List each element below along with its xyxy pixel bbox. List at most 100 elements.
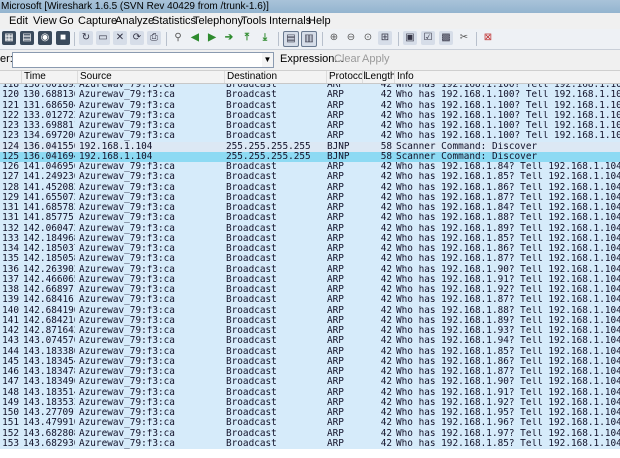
menu-internals[interactable]: Internals bbox=[269, 13, 311, 29]
packet-row[interactable]: 121 131.686504 Azurewav_79:f3:ca Broadcast A… bbox=[0, 100, 620, 111]
resize-columns-icon[interactable]: ⊞ bbox=[378, 31, 392, 45]
go-first-icon[interactable]: ⤒ bbox=[240, 31, 254, 45]
display-filters-icon[interactable]: ☑ bbox=[421, 31, 435, 45]
packet-row[interactable]: 138 142.668971 Azurewav_79:f3:ca Broadcast A… bbox=[0, 285, 620, 296]
menu-capture[interactable]: Capture bbox=[78, 13, 117, 29]
menu-statistics[interactable]: Statistics bbox=[152, 13, 196, 29]
packet-row[interactable]: 153 143.682930 Azurewav_79:f3:ca Broadcast A… bbox=[0, 438, 620, 449]
packet-row[interactable]: 126 141.046956 Azurewav_79:f3:ca Broadcast A… bbox=[0, 162, 620, 173]
packet-row[interactable]: 146 143.183478 Azurewav_79:f3:ca Broadcast A… bbox=[0, 367, 620, 378]
menu-go[interactable]: Go bbox=[59, 13, 74, 29]
packet-row[interactable]: 150 143.277091 Azurewav_79:f3:ca Broadcast A… bbox=[0, 408, 620, 419]
zoom-normal-icon[interactable]: ⊙ bbox=[361, 31, 375, 45]
packet-destination: Broadcast bbox=[226, 192, 277, 203]
clear-button[interactable]: Clear bbox=[334, 53, 360, 65]
print-icon[interactable]: ⎙ bbox=[147, 31, 161, 45]
packet-destination: Broadcast bbox=[226, 203, 277, 213]
packet-row[interactable]: 133 142.184968 Azurewav_79:f3:ca Broadcast A… bbox=[0, 233, 620, 244]
menu-analyze[interactable]: Analyze bbox=[115, 13, 154, 29]
packet-row[interactable]: 139 142.684161 Azurewav_79:f3:ca Broadcast A… bbox=[0, 295, 620, 306]
apply-button[interactable]: Apply bbox=[362, 53, 390, 65]
packet-row[interactable]: 147 143.183496 Azurewav_79:f3:ca Broadcast A… bbox=[0, 377, 620, 388]
colorize-icon[interactable]: ▤ bbox=[283, 31, 299, 47]
packet-row[interactable]: 132 142.060472 Azurewav_79:f3:ca Broadcast A… bbox=[0, 223, 620, 234]
reload-icon[interactable]: ⟳ bbox=[130, 31, 144, 45]
go-back-icon[interactable]: ◀ bbox=[188, 31, 202, 45]
packet-row[interactable]: 149 143.183533 Azurewav_79:f3:ca Broadcast A… bbox=[0, 397, 620, 408]
zoom-in-icon[interactable]: ⊕ bbox=[327, 31, 341, 45]
open-file-icon[interactable]: ▭ bbox=[96, 31, 110, 45]
go-last-icon[interactable]: ⤓ bbox=[258, 31, 272, 45]
restart-capture-icon[interactable]: ↻ bbox=[79, 31, 93, 45]
zoom-out-icon[interactable]: ⊖ bbox=[344, 31, 358, 45]
packet-row[interactable]: 131 141.685782 Azurewav_79:f3:ca Broadcast A… bbox=[0, 203, 620, 214]
column-header-length[interactable]: Length bbox=[362, 71, 396, 83]
packet-row[interactable]: 151 143.479910 Azurewav_79:f3:ca Broadcast A… bbox=[0, 418, 620, 429]
go-forward-icon[interactable]: ▶ bbox=[205, 31, 219, 45]
packet-info: Who has 192.168.1.87? Tell 192.168.1.104 bbox=[396, 192, 620, 203]
start-capture-icon[interactable]: ◉ bbox=[38, 31, 52, 45]
packet-length: 42 bbox=[380, 162, 392, 172]
packet-row[interactable]: 124 136.041556 192.168.1.104 255.255.255.25… bbox=[0, 141, 620, 152]
menu-edit[interactable]: Edit bbox=[9, 13, 28, 29]
autoscroll-icon[interactable]: ▥ bbox=[301, 31, 317, 47]
help-icon[interactable]: ⊠ bbox=[481, 31, 495, 45]
packet-row[interactable]: 123 133.698811 Azurewav_79:f3:ca Broadcast A… bbox=[0, 121, 620, 132]
column-header-time[interactable]: Time bbox=[21, 71, 76, 83]
menu-tools[interactable]: Tools bbox=[241, 13, 267, 29]
close-file-icon[interactable]: ✕ bbox=[113, 31, 127, 45]
column-header-protocol[interactable]: Protocol bbox=[326, 71, 366, 83]
packet-row[interactable]: 120 130.688136 Azurewav_79:f3:ca Broadcast A… bbox=[0, 90, 620, 101]
preferences-icon[interactable]: ✂ bbox=[457, 31, 471, 45]
packet-row[interactable]: 135 142.185058 Azurewav_79:f3:ca Broadcast A… bbox=[0, 254, 620, 265]
menu-telephony[interactable]: Telephony bbox=[193, 13, 243, 29]
packet-row[interactable]: 134 142.185037 Azurewav_79:f3:ca Broadcast A… bbox=[0, 244, 620, 255]
packet-row[interactable]: 140 142.684190 Azurewav_79:f3:ca Broadcast A… bbox=[0, 305, 620, 316]
display-filter-input[interactable] bbox=[12, 52, 264, 68]
packet-row[interactable]: 144 143.183380 Azurewav_79:f3:ca Broadcast A… bbox=[0, 346, 620, 357]
packet-row[interactable]: 122 133.012723 Azurewav_79:f3:ca Broadcast A… bbox=[0, 110, 620, 121]
packet-source: Azurewav_79:f3:ca bbox=[79, 182, 175, 193]
column-header-destination[interactable]: Destination bbox=[224, 71, 326, 83]
find-packet-icon[interactable]: ⚲ bbox=[171, 31, 185, 45]
packet-protocol: ARP bbox=[327, 254, 344, 265]
menu-view[interactable]: View bbox=[33, 13, 57, 29]
packet-destination: Broadcast bbox=[226, 408, 277, 418]
packet-row[interactable]: 125 136.041694 192.168.1.104 255.255.255.25… bbox=[0, 151, 620, 162]
packet-destination: Broadcast bbox=[226, 264, 277, 275]
packet-source: Azurewav_79:f3:ca bbox=[79, 438, 175, 449]
packet-time: 136.041694 bbox=[23, 151, 75, 162]
packet-length: 42 bbox=[380, 295, 392, 306]
packet-row[interactable]: 152 143.682808 Azurewav_79:f3:ca Broadcast A… bbox=[0, 428, 620, 439]
packet-row[interactable]: 141 142.684216 Azurewav_79:f3:ca Broadcast A… bbox=[0, 315, 620, 326]
packet-time: 136.041556 bbox=[23, 141, 75, 152]
column-header-source[interactable]: Source bbox=[77, 71, 223, 83]
packet-row[interactable]: 148 143.183514 Azurewav_79:f3:ca Broadcast A… bbox=[0, 387, 620, 398]
packet-length: 58 bbox=[380, 151, 392, 162]
menu-help[interactable]: Help bbox=[308, 13, 331, 29]
packet-info: Who has 192.168.1.91? Tell 192.168.1.104 bbox=[396, 387, 620, 398]
packet-row[interactable]: 137 142.466065 Azurewav_79:f3:ca Broadcast A… bbox=[0, 274, 620, 285]
capture-options-icon[interactable]: ▤ bbox=[20, 31, 34, 45]
capture-filters-icon[interactable]: ▣ bbox=[403, 31, 417, 45]
stop-capture-icon[interactable]: ■ bbox=[56, 31, 70, 45]
packet-row[interactable]: 142 142.871642 Azurewav_79:f3:ca Broadcast A… bbox=[0, 326, 620, 337]
packet-row[interactable]: 127 141.249236 Azurewav_79:f3:ca Broadcast A… bbox=[0, 172, 620, 183]
column-header-no[interactable] bbox=[0, 71, 20, 83]
packet-protocol: ARP bbox=[327, 131, 344, 142]
packet-row[interactable]: 145 143.183454 Azurewav_79:f3:ca Broadcast A… bbox=[0, 356, 620, 367]
interface-list-icon[interactable]: ▦ bbox=[2, 31, 16, 45]
packet-row[interactable]: 136 142.263902 Azurewav_79:f3:ca Broadcast A… bbox=[0, 264, 620, 275]
column-header-info[interactable]: Info bbox=[394, 71, 619, 83]
packet-row[interactable]: 129 141.655072 Azurewav_79:f3:ca Broadcast A… bbox=[0, 192, 620, 203]
packet-row[interactable]: 128 141.452082 Azurewav_79:f3:ca Broadcast A… bbox=[0, 182, 620, 193]
packet-list[interactable]: 118 130.601895 Azurewav_79:f3:ca Broadcast A… bbox=[0, 84, 620, 458]
filter-dropdown-icon[interactable]: ▼ bbox=[262, 52, 274, 68]
packet-row[interactable]: 123 134.697200 Azurewav_79:f3:ca Broadcast A… bbox=[0, 131, 620, 142]
go-to-packet-icon[interactable]: ➔ bbox=[222, 31, 236, 45]
coloring-rules-icon[interactable]: ▩ bbox=[439, 31, 453, 45]
packet-info: Who has 192.168.1.84? Tell 192.168.1.104 bbox=[396, 203, 620, 213]
packet-row[interactable]: 131 141.857751 Azurewav_79:f3:ca Broadcast A… bbox=[0, 213, 620, 224]
packet-number: 152 bbox=[2, 428, 19, 439]
packet-row[interactable]: 143 143.074570 Azurewav_79:f3:ca Broadcast A… bbox=[0, 336, 620, 347]
